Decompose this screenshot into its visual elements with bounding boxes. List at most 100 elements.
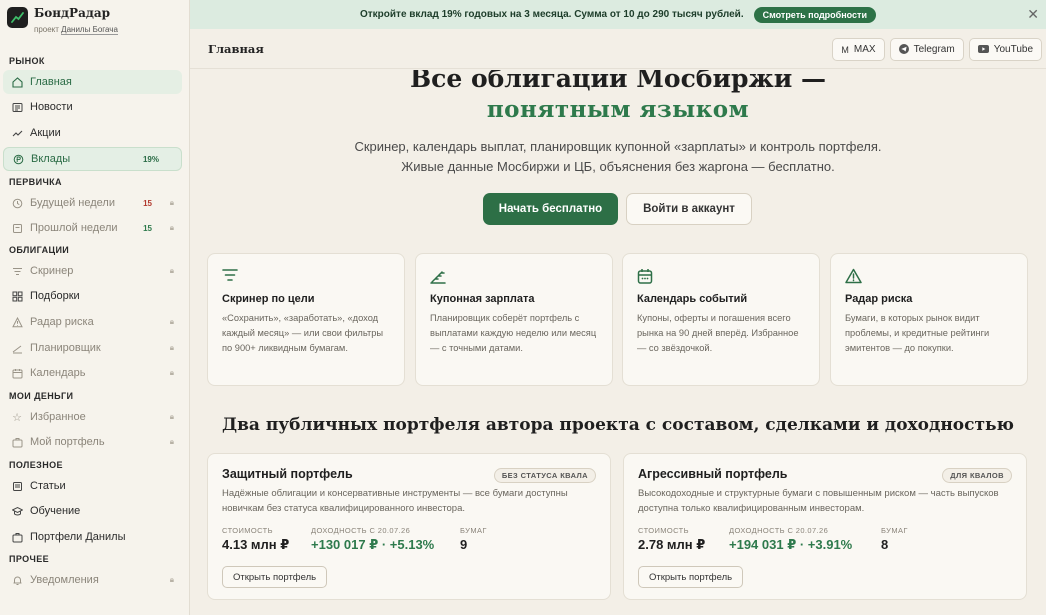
sidebar-item-calendar[interactable]: Календарь 🔒︎	[3, 361, 182, 385]
brand[interactable]: БондРадар проект Данилы Богача	[0, 0, 189, 44]
sidebar-item-deposits[interactable]: Вклады 19%	[3, 147, 182, 171]
feature-title: Радар риска	[845, 293, 913, 305]
portfolios-heading: Два публичных портфеля автора проекта с …	[222, 415, 1014, 435]
section-other: ПРОЧЕЕ	[9, 554, 50, 564]
section-bonds: ОБЛИГАЦИИ	[9, 245, 70, 255]
author-link[interactable]: Данилы Богача	[61, 25, 118, 35]
open-portfolio-button[interactable]: Открыть портфель	[638, 566, 744, 588]
portfolio-desc: Надёжные облигации и консервативные инст…	[222, 488, 568, 514]
warning-icon	[11, 316, 23, 328]
filter-icon	[222, 268, 390, 286]
max-link[interactable]: M MAX	[832, 38, 885, 61]
briefcase-icon	[11, 531, 23, 543]
feature-title: Скринер по цели	[222, 293, 315, 305]
stat-number: 2.78 млн ₽	[638, 537, 706, 552]
sidebar-item-my-portfolio[interactable]: Мой портфель 🔒︎	[3, 430, 182, 454]
section-useful: ПОЛЕЗНОЕ	[9, 460, 63, 470]
lock-icon: 🔒︎	[169, 368, 174, 377]
sidebar-item-label: Прошлой недели	[30, 222, 118, 234]
feature-desc: «Сохранить», «заработать», «доход каждый…	[222, 313, 384, 353]
trend-icon	[11, 127, 23, 139]
sidebar-item-label: Календарь	[30, 367, 86, 379]
brand-name: БондРадар	[34, 6, 111, 20]
start-free-button[interactable]: Начать бесплатно	[483, 193, 618, 225]
sidebar-item-label: Акции	[30, 127, 61, 139]
sidebar-item-articles[interactable]: Статьи	[3, 474, 182, 498]
youtube-link[interactable]: YouTube	[968, 38, 1042, 61]
hero-lead-1: Скринер, календарь выплат, планировщик к…	[354, 139, 882, 154]
sidebar-item-collections[interactable]: Подборки	[3, 284, 182, 308]
sidebar-item-next-week[interactable]: Будущей недели 15 🔒︎	[3, 191, 182, 215]
sidebar-item-planner[interactable]: Планировщик 🔒︎	[3, 336, 182, 360]
feature-card-coupon-salary[interactable]: Купонная зарплата Планировщик соберёт по…	[415, 253, 613, 386]
stat-yield: ДОХОДНОСТЬ С 20.07.26 +194 031 ₽ · +3.91…	[729, 526, 881, 553]
hero-title: Все облигации Мосбиржи —	[409, 70, 826, 93]
feature-card-screener[interactable]: Скринер по цели «Сохранить», «заработать…	[207, 253, 405, 386]
page-header: Главная M MAX Telegram YouTube	[190, 29, 1046, 69]
telegram-link[interactable]: Telegram	[889, 38, 964, 61]
filter-icon	[11, 265, 23, 277]
count-badge: 15	[143, 198, 152, 208]
portfolio-card-aggressive: Агрессивный портфель ДЛЯ КВАЛОВ Высокодо…	[623, 453, 1027, 600]
count-badge: 15	[143, 223, 152, 233]
grid-icon	[11, 290, 23, 302]
stat-label: СТОИМОСТЬ	[222, 526, 273, 535]
banner-details-button[interactable]: Смотреть подробности	[753, 6, 876, 23]
close-icon[interactable]: ✕	[1027, 7, 1039, 21]
brand-sub-prefix: проект	[34, 25, 59, 34]
youtube-icon	[977, 44, 989, 55]
sidebar-item-favorites[interactable]: ☆ Избранное 🔒︎	[3, 405, 182, 429]
brand-subtitle: проект Данилы Богача	[34, 25, 118, 35]
stat-count: БУМАГ 8	[881, 526, 908, 553]
sidebar-item-stocks[interactable]: Акции	[3, 121, 182, 145]
news-icon	[11, 101, 23, 113]
stat-number: 4.13 млн ₽	[222, 537, 290, 552]
stairs-icon	[430, 268, 598, 286]
telegram-icon	[898, 43, 909, 56]
sidebar-item-label: Уведомления	[30, 574, 99, 586]
archive-icon	[11, 222, 23, 234]
sidebar-item-label: Новости	[30, 101, 73, 113]
sidebar-item-label: Вклады	[31, 153, 71, 165]
login-button[interactable]: Войти в аккаунт	[626, 193, 752, 225]
sidebar-item-screener[interactable]: Скринер 🔒︎	[3, 259, 182, 283]
sidebar-item-label: Будущей недели	[30, 197, 115, 209]
bell-icon	[11, 574, 23, 586]
feature-card-calendar[interactable]: Календарь событий Купоны, оферты и погаш…	[622, 253, 820, 386]
open-portfolio-button[interactable]: Открыть портфель	[222, 566, 328, 588]
sidebar-item-learning[interactable]: Обучение	[3, 499, 182, 523]
portfolio-card-defensive: Защитный портфель БЕЗ СТАТУСА КВАЛА Надё…	[207, 453, 611, 600]
sidebar-item-past-week[interactable]: Прошлой недели 15 🔒︎	[3, 216, 182, 240]
hero-title-accent: понятным языком	[486, 96, 750, 123]
youtube-label: YouTube	[993, 44, 1033, 55]
lock-icon: 🔒︎	[169, 266, 174, 275]
stat-number: 9	[460, 537, 468, 552]
lock-icon: 🔒︎	[169, 223, 174, 232]
portfolio-tag: БЕЗ СТАТУСА КВАЛА	[493, 468, 596, 483]
stat-label: БУМАГ	[460, 526, 487, 535]
coin-icon	[12, 153, 24, 165]
stat-label: ДОХОДНОСТЬ С 20.07.26	[311, 526, 411, 535]
lock-icon: 🔒︎	[169, 575, 174, 584]
sidebar-item-home[interactable]: Главная	[3, 70, 182, 94]
sidebar-item-label: Главная	[30, 76, 72, 88]
stairs-icon	[11, 342, 23, 354]
sidebar-item-danila-portfolios[interactable]: Портфели Данилы	[3, 525, 182, 549]
sidebar-item-label: Статьи	[30, 480, 66, 492]
max-label: MAX	[853, 44, 876, 55]
section-primary: ПЕРВИЧКА	[9, 177, 62, 187]
page-title: Главная	[208, 41, 264, 56]
sidebar-item-risk-radar[interactable]: Радар риска 🔒︎	[3, 310, 182, 334]
feature-desc: Планировщик соберёт портфель с выплатами…	[430, 313, 597, 353]
sidebar-item-news[interactable]: Новости	[3, 95, 182, 119]
sidebar-item-notifications[interactable]: Уведомления 🔒︎	[3, 568, 182, 592]
stat-label: БУМАГ	[881, 526, 908, 535]
stat-value: СТОИМОСТЬ 4.13 млн ₽	[222, 526, 311, 553]
feature-card-risk-radar[interactable]: Радар риска Бумаги, в которых рынок види…	[830, 253, 1028, 386]
feature-title: Календарь событий	[637, 293, 748, 305]
lock-icon: 🔒︎	[169, 317, 174, 326]
stat-number: +194 031 ₽ · +3.91%	[729, 537, 853, 552]
calendar-icon	[11, 367, 23, 379]
sidebar-item-label: Избранное	[30, 411, 86, 423]
sidebar-item-label: Мой портфель	[30, 436, 105, 448]
